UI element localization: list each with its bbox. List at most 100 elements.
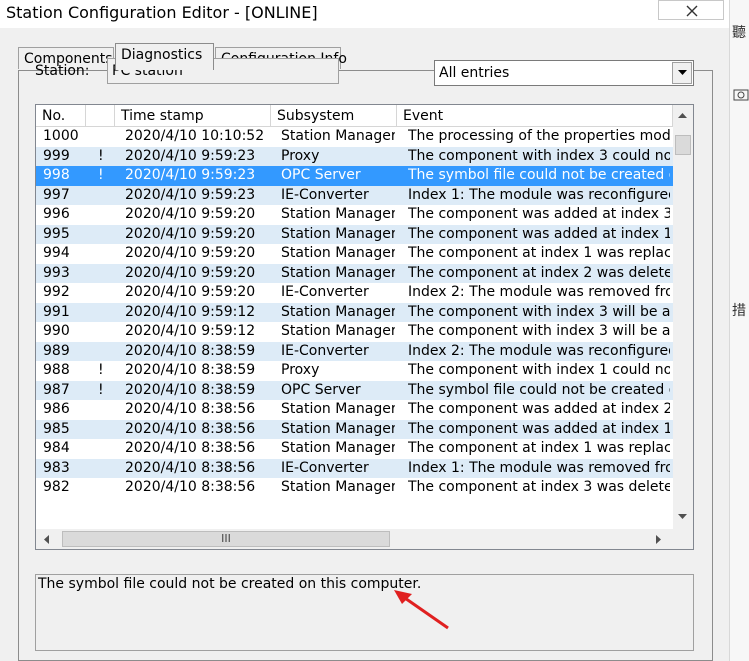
column-header-event[interactable]: Event — [397, 105, 673, 127]
table-row[interactable]: 983 2020/4/10 8:38:56 IE-Converter Index 1:… — [36, 458, 673, 478]
cell-time-stamp: 2020/4/10 8:38:56 — [125, 420, 256, 437]
column-header-time-stamp[interactable]: Time stamp — [115, 105, 271, 127]
table-row[interactable]: 999! 2020/4/10 9:59:23 Proxy The component … — [36, 146, 673, 166]
cell-event: The component with index 3 will be acc — [408, 323, 670, 339]
cell-time-stamp: 2020/4/10 9:59:20 — [125, 206, 256, 222]
cell-subsystem: Station Manager — [281, 323, 395, 339]
cell-no: 994 — [43, 245, 70, 261]
cell-time-stamp: 2020/4/10 9:59:20 — [125, 245, 256, 261]
cell-time-stamp: 2020/4/10 8:38:56 — [125, 459, 256, 476]
camera-icon — [733, 89, 749, 101]
table-row[interactable]: 987! 2020/4/10 8:38:59 OPC Server The symbo… — [36, 380, 673, 400]
horizontal-scroll-thumb[interactable]: III — [62, 531, 390, 547]
event-detail-box: The symbol file could not be created on … — [35, 574, 694, 651]
dropdown-button[interactable] — [672, 62, 692, 84]
cell-time-stamp: 2020/4/10 8:38:59 — [125, 342, 256, 359]
cell-subsystem: Station Manager — [281, 420, 395, 437]
cell-event: The component with index 1 could not c — [408, 362, 670, 378]
column-header-subsystem[interactable]: Subsystem — [271, 105, 397, 127]
cell-time-stamp: 2020/4/10 9:59:20 — [125, 225, 256, 242]
table-row[interactable]: 989 2020/4/10 8:38:59 IE-Converter Index 2:… — [36, 341, 673, 361]
table-row[interactable]: 997 2020/4/10 9:59:23 IE-Converter Index 1:… — [36, 185, 673, 205]
cell-subsystem: IE-Converter — [281, 284, 369, 300]
scroll-up-icon[interactable] — [678, 112, 687, 118]
cell-time-stamp: 2020/4/10 9:59:23 — [125, 147, 256, 164]
cell-subsystem: IE-Converter — [281, 459, 369, 476]
table-row[interactable]: 990 2020/4/10 9:59:12 Station Manager The c… — [36, 322, 673, 342]
cell-time-stamp: 2020/4/10 9:59:12 — [125, 303, 256, 320]
table-row[interactable]: 995 2020/4/10 9:59:20 Station Manager The c… — [36, 224, 673, 244]
cell-event: The component was added at index 1 ir — [408, 420, 670, 437]
cell-event: The component at index 1 was replaced — [408, 245, 670, 261]
cell-no: 990 — [43, 323, 70, 339]
event-detail-text: The symbol file could not be created on … — [38, 576, 422, 592]
table-row[interactable]: 992 2020/4/10 9:59:20 IE-Converter Index 2:… — [36, 283, 673, 303]
close-button[interactable] — [658, 0, 724, 20]
cell-no: 999 — [43, 147, 70, 164]
cell-event: Index 2: The module was reconfigured a — [408, 342, 670, 359]
table-row[interactable]: 986 2020/4/10 8:38:56 Station Manager The c… — [36, 400, 673, 420]
cell-subsystem: IE-Converter — [281, 342, 369, 359]
table-row[interactable]: 985 2020/4/10 8:38:56 Station Manager The c… — [36, 419, 673, 439]
cell-flag: ! — [98, 147, 104, 164]
window-title: Station Configuration Editor - [ONLINE] — [6, 3, 318, 22]
filter-dropdown[interactable]: All entries — [434, 60, 694, 86]
cell-subsystem: Station Manager — [281, 225, 395, 242]
station-label: Station: — [35, 63, 90, 79]
cell-subsystem: OPC Server — [281, 167, 361, 183]
cell-no: 985 — [43, 420, 70, 437]
annotation-arrow — [394, 590, 449, 630]
cell-subsystem: IE-Converter — [281, 186, 369, 203]
scroll-right-icon[interactable] — [656, 535, 662, 544]
column-header-no[interactable]: No. — [36, 105, 86, 127]
horizontal-scrollbar[interactable]: III — [36, 529, 673, 549]
vertical-scroll-thumb[interactable] — [675, 135, 691, 155]
title-bar: Station Configuration Editor - [ONLINE] — [0, 0, 749, 28]
scroll-down-icon[interactable] — [678, 514, 687, 520]
cell-no: 983 — [43, 459, 70, 476]
cell-event: The component at index 1 was replaced — [408, 440, 670, 456]
table-row[interactable]: 991 2020/4/10 9:59:12 Station Manager The c… — [36, 302, 673, 322]
background-text: 措 — [732, 303, 746, 319]
table-row[interactable]: 982 2020/4/10 8:38:56 Station Manager The c… — [36, 478, 673, 498]
table-row[interactable]: 993 2020/4/10 9:59:20 Station Manager The c… — [36, 263, 673, 283]
cell-time-stamp: 2020/4/10 8:38:59 — [125, 381, 256, 398]
scroll-left-icon[interactable] — [43, 535, 49, 544]
cell-subsystem: Proxy — [281, 147, 320, 164]
cell-time-stamp: 2020/4/10 8:38:56 — [125, 401, 256, 417]
cell-event: The component at index 2 was deleted — [408, 264, 670, 281]
cell-event: Index 1: The module was reconfigured a — [408, 186, 670, 203]
cell-subsystem: Station Manager — [281, 401, 395, 417]
cell-subsystem: Station Manager — [281, 245, 395, 261]
column-header-flag[interactable] — [86, 105, 115, 127]
cell-flag: ! — [98, 381, 104, 398]
table-row[interactable]: 994 2020/4/10 9:59:20 Station Manager The c… — [36, 244, 673, 264]
cell-time-stamp: 2020/4/10 8:38:56 — [125, 440, 256, 456]
table-row[interactable]: 996 2020/4/10 9:59:20 Station Manager The c… — [36, 205, 673, 225]
cell-event: The component with index 3 could not c — [408, 147, 670, 164]
cell-no: 982 — [43, 479, 70, 495]
cell-event: The symbol file could not be created on — [408, 167, 670, 183]
cell-no: 984 — [43, 440, 70, 456]
diagnostics-list[interactable]: No. Time stamp Subsystem Event 1000 2020/… — [35, 104, 694, 550]
cell-subsystem: Proxy — [281, 362, 320, 378]
table-row[interactable]: 988! 2020/4/10 8:38:59 Proxy The component … — [36, 361, 673, 381]
background-text: 聽 — [732, 25, 746, 41]
cell-event: The processing of the properties module — [408, 128, 670, 144]
table-row[interactable]: 984 2020/4/10 8:38:56 Station Manager The c… — [36, 439, 673, 459]
cell-event: The component was added at index 2 ir — [408, 401, 670, 417]
table-row[interactable]: 1000 2020/4/10 10:10:52 Station Manager The… — [36, 127, 673, 147]
table-row[interactable]: 998! 2020/4/10 9:59:23 OPC Server The symbo… — [36, 166, 673, 186]
cell-no: 997 — [43, 186, 70, 203]
cell-no: 987 — [43, 381, 70, 398]
cell-time-stamp: 2020/4/10 9:59:20 — [125, 264, 256, 281]
list-header: No. Time stamp Subsystem Event — [36, 105, 673, 127]
cell-subsystem: Station Manager — [281, 128, 395, 144]
cell-time-stamp: 2020/4/10 9:59:23 — [125, 186, 256, 203]
cell-no: 986 — [43, 401, 70, 417]
vertical-scrollbar[interactable] — [673, 105, 693, 529]
cell-subsystem: Station Manager — [281, 440, 395, 456]
cell-event: The component at index 3 was deleted — [408, 479, 670, 495]
tab-diagnostics[interactable]: Diagnostics — [115, 43, 214, 70]
cell-time-stamp: 2020/4/10 10:10:52 — [125, 128, 265, 144]
